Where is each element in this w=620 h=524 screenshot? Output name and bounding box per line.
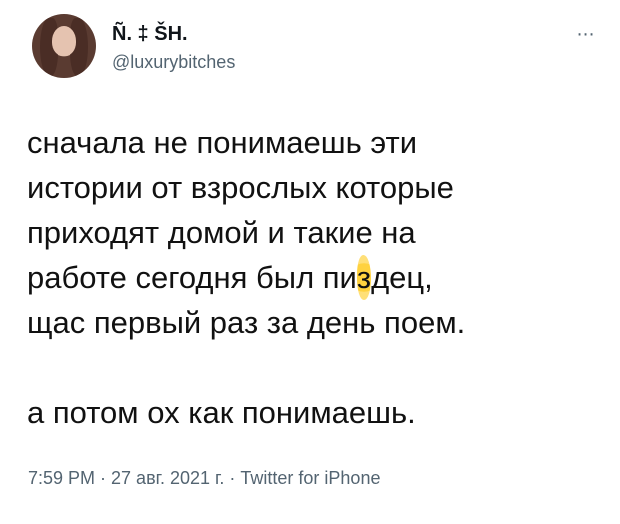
- tweet-line-3: приходят домой и такие на: [27, 215, 416, 250]
- tweet-card: Ñ. ‡ ŠH. @luxurybitches ⋯ сначала не пон…: [0, 0, 620, 524]
- avatar-face: [52, 26, 76, 56]
- tweet-line-4: работе сегодня был пиздец,: [27, 255, 602, 300]
- tweet-body: сначала не понимаешь эти истории от взро…: [27, 120, 602, 435]
- avatar[interactable]: [32, 14, 96, 78]
- tweet-line-4-prefix: работе сегодня был пи: [27, 260, 357, 295]
- display-name[interactable]: Ñ. ‡ ŠH.: [112, 22, 188, 46]
- tweet-line-6: [27, 345, 602, 390]
- tweet-line-2: истории от взрослых которые: [27, 170, 454, 205]
- tweet-line-5: щас первый раз за день поем.: [27, 305, 466, 340]
- user-handle[interactable]: @luxurybitches: [112, 51, 235, 73]
- censored-word: з: [356, 255, 372, 300]
- tweet-line-1: сначала не понимаешь эти: [27, 125, 418, 160]
- tweet-line-7: а потом ох как понимаешь.: [27, 395, 416, 430]
- tweet-meta: 7:59 PM · 27 авг. 2021 г. · Twitter for …: [28, 468, 381, 488]
- tweet-line-4-suffix: дец,: [371, 260, 433, 295]
- more-icon[interactable]: ⋯: [568, 22, 604, 46]
